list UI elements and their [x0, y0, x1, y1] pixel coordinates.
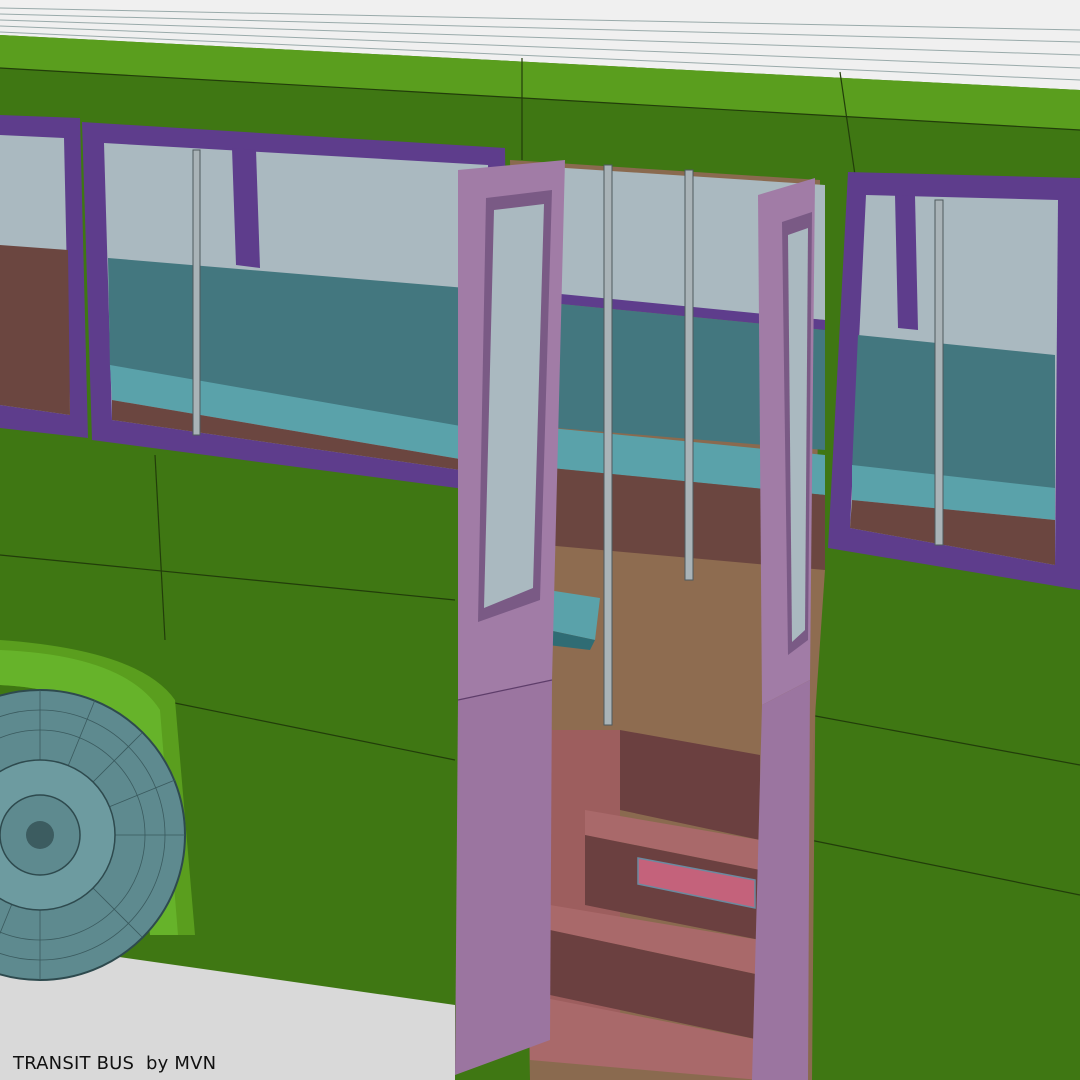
wheel-assembly — [0, 640, 195, 981]
window-right — [828, 172, 1080, 590]
door-panel-left — [455, 160, 565, 1075]
door-steps — [530, 730, 760, 1080]
grab-pole — [934, 199, 944, 546]
grab-pole — [192, 149, 201, 436]
door-panel-right — [752, 178, 815, 1080]
caption-title: TRANSIT BUS — [13, 1053, 135, 1074]
window-main — [82, 122, 510, 495]
grab-pole — [603, 164, 613, 726]
caption-author: MVN — [174, 1053, 217, 1074]
render-caption: TRANSIT BUS by MVN — [13, 1053, 216, 1074]
window-left — [0, 115, 88, 438]
caption-by: by — [146, 1053, 169, 1074]
transit-bus-render — [0, 0, 1080, 1080]
grab-pole — [684, 169, 694, 581]
